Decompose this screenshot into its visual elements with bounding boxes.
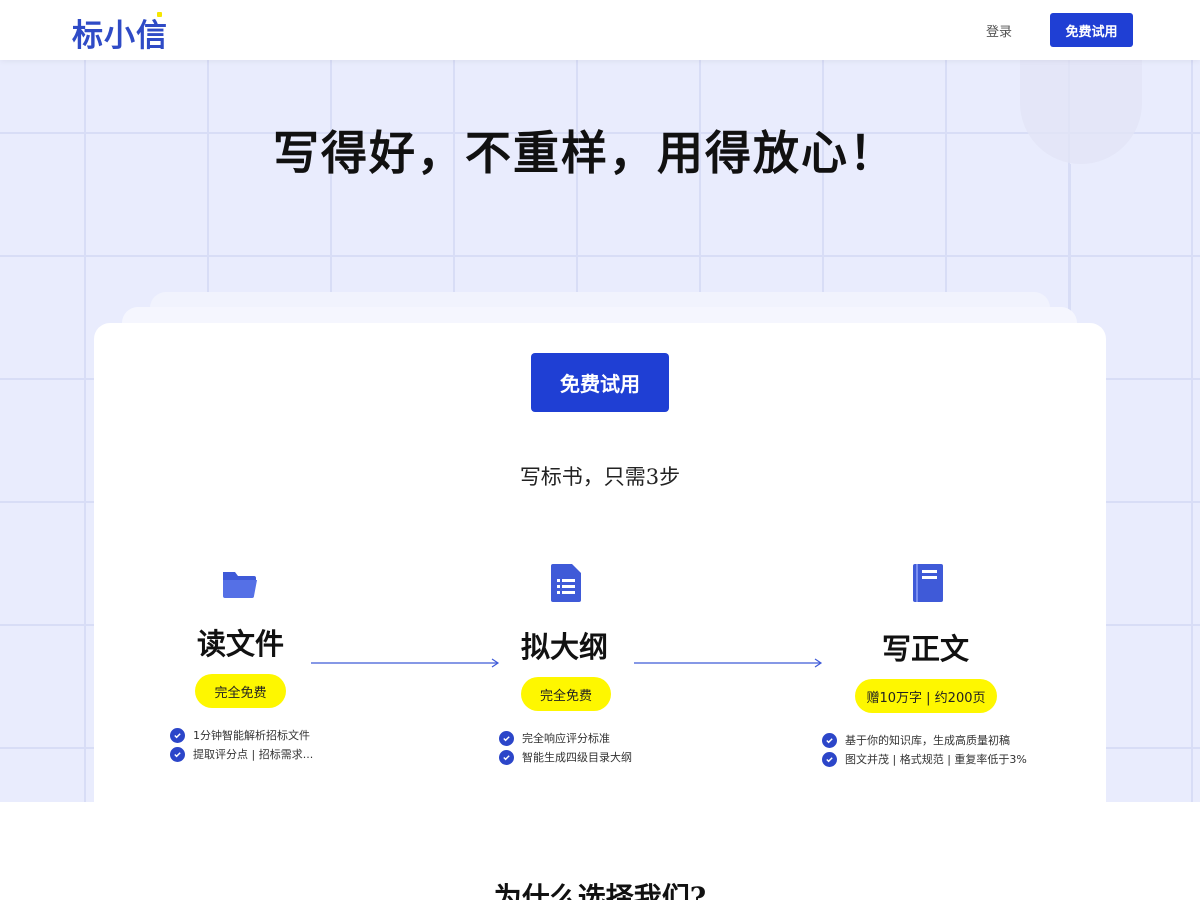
document-icon bbox=[551, 564, 581, 602]
check-icon bbox=[499, 730, 514, 746]
logo-accent bbox=[157, 12, 162, 17]
check-icon bbox=[170, 746, 185, 762]
check-icon bbox=[170, 727, 185, 743]
step-badge: 赠10万字 | 约200页 bbox=[855, 679, 997, 713]
top-nav: 标小信 登录 免费试用 bbox=[0, 0, 1200, 60]
why-choose-us-title: 为什么选择我们? bbox=[493, 881, 707, 900]
step-title: 拟大纲 bbox=[521, 630, 609, 664]
feature-item: 基于你的知识库，生成高质量初稿 bbox=[822, 732, 1010, 748]
check-icon bbox=[822, 751, 837, 767]
header-free-trial-button[interactable]: 免费试用 bbox=[1050, 13, 1133, 47]
step-title: 读文件 bbox=[197, 627, 285, 661]
feature-item: 1分钟智能解析招标文件 bbox=[170, 727, 310, 743]
decorative-line bbox=[1069, 164, 1071, 324]
steps-subtitle: 写标书，只需3步 bbox=[519, 465, 681, 489]
check-icon bbox=[822, 732, 837, 748]
logo[interactable]: 标小信 bbox=[72, 10, 168, 55]
feature-item: 完全响应评分标准 bbox=[499, 730, 610, 746]
arrow-right-icon bbox=[634, 658, 823, 668]
arrow-right-icon bbox=[311, 658, 500, 668]
folder-icon bbox=[223, 572, 257, 598]
hero-free-trial-button[interactable]: 免费试用 bbox=[531, 353, 669, 412]
feature-item: 提取评分点 | 招标需求... bbox=[170, 746, 313, 762]
check-icon bbox=[499, 749, 514, 765]
feature-item: 图文并茂 | 格式规范 | 重复率低于3% bbox=[822, 751, 1027, 767]
hero-title: 写得好，不重样，用得放心！ bbox=[273, 126, 897, 180]
step-badge: 完全免费 bbox=[195, 674, 286, 708]
step-badge: 完全免费 bbox=[521, 677, 611, 711]
feature-item: 智能生成四级目录大纲 bbox=[499, 749, 632, 765]
book-icon bbox=[913, 564, 943, 602]
login-link[interactable]: 登录 bbox=[986, 21, 1012, 40]
step-title: 写正文 bbox=[882, 632, 970, 666]
